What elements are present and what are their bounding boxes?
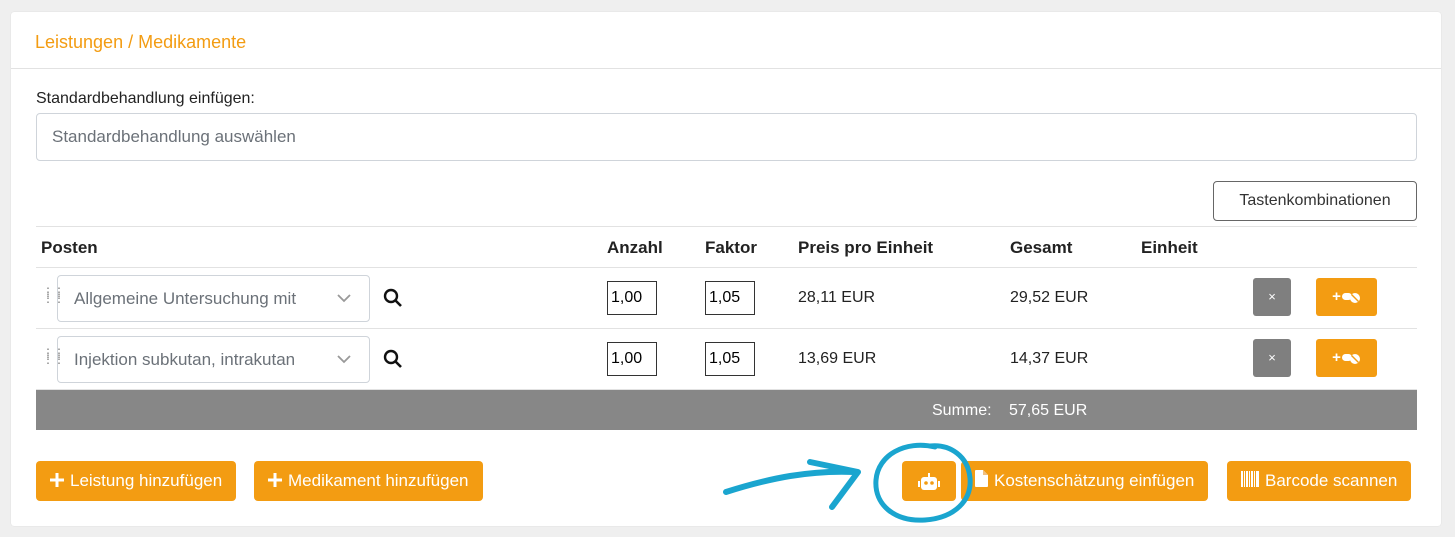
services-table: Posten Anzahl Faktor Preis pro Einheit G…	[36, 226, 1417, 430]
header-preis: Preis pro Einheit	[798, 238, 934, 257]
faktor-input[interactable]	[705, 281, 755, 315]
card-header: Leistungen / Medikamente	[11, 12, 1441, 69]
sum-value: 57,65 EUR	[1009, 402, 1088, 419]
plus-label: +	[1332, 288, 1341, 305]
posten-value: Allgemeine Untersuchung mit	[74, 289, 297, 308]
ai-assistant-button[interactable]	[902, 461, 956, 501]
gesamt-cell: 29,52 EUR	[1010, 289, 1089, 306]
table-header: Posten Anzahl Faktor Preis pro Einheit G…	[36, 226, 1417, 268]
header-anzahl: Anzahl	[607, 238, 663, 257]
header-posten: Posten	[41, 238, 98, 257]
search-icon[interactable]	[383, 288, 403, 308]
close-icon: ×	[1268, 350, 1276, 365]
plus-label: +	[1332, 349, 1341, 366]
drag-handle-icon[interactable]: ⋮⋮ ⋮⋮	[42, 347, 65, 370]
sum-label: Summe:	[932, 402, 992, 419]
search-icon[interactable]	[383, 349, 403, 369]
standard-treatment-select[interactable]: Standardbehandlung auswählen	[36, 113, 1417, 161]
faktor-input[interactable]	[705, 342, 755, 376]
posten-select[interactable]: Allgemeine Untersuchung mit	[57, 275, 370, 322]
preis-cell: 13,69 EUR	[798, 350, 877, 367]
plus-icon	[50, 462, 64, 502]
insert-estimate-label: Kostenschätzung einfügen	[994, 471, 1195, 490]
delete-row-button[interactable]: ×	[1253, 278, 1291, 316]
header-einheit: Einheit	[1141, 238, 1198, 257]
gesamt-cell: 14,37 EUR	[1010, 350, 1089, 367]
scan-barcode-label: Barcode scannen	[1265, 471, 1398, 490]
barcode-icon	[1241, 462, 1259, 502]
add-medication-button[interactable]: Medikament hinzufügen	[254, 461, 483, 501]
robot-icon	[918, 472, 940, 490]
add-service-button[interactable]: Leistung hinzufügen	[36, 461, 237, 502]
sum-row: Summe: 57,65 EUR	[36, 390, 1417, 430]
file-icon	[975, 462, 988, 502]
chevron-down-icon	[337, 355, 351, 364]
table-row: ⋮⋮⋮⋮ Allgemeine Untersuchung mit 28,11 E…	[36, 268, 1417, 329]
add-service-label: Leistung hinzufügen	[70, 471, 223, 490]
posten-select[interactable]: Injektion subkutan, intrakutan	[57, 336, 370, 383]
add-medication-to-row-button[interactable]: +	[1316, 278, 1377, 316]
pills-icon	[1341, 354, 1360, 365]
pills-icon	[1341, 293, 1360, 304]
plus-icon	[268, 462, 282, 502]
add-medication-to-row-button[interactable]: +	[1316, 339, 1377, 377]
section-title: Leistungen / Medikamente	[35, 32, 247, 52]
shortcuts-button[interactable]: Tastenkombinationen	[1213, 181, 1417, 221]
header-faktor: Faktor	[705, 238, 757, 257]
anzahl-input[interactable]	[607, 281, 657, 315]
scan-barcode-button[interactable]: Barcode scannen	[1227, 461, 1412, 502]
close-icon: ×	[1268, 289, 1276, 304]
delete-row-button[interactable]: ×	[1253, 339, 1291, 377]
chevron-down-icon	[337, 294, 351, 303]
anzahl-input[interactable]	[607, 342, 657, 376]
preis-cell: 28,11 EUR	[798, 289, 876, 306]
table-row: ⋮⋮⋮⋮ Injektion subkutan, intrakutan 13,6…	[36, 329, 1417, 390]
drag-handle-icon[interactable]: ⋮⋮ ⋮⋮	[42, 286, 65, 309]
posten-value: Injektion subkutan, intrakutan	[74, 350, 296, 369]
add-medication-label: Medikament hinzufügen	[288, 471, 469, 490]
services-card: Leistungen / Medikamente Standardbehandl…	[11, 12, 1441, 526]
insert-estimate-button[interactable]: Kostenschätzung einfügen	[961, 461, 1209, 502]
header-gesamt: Gesamt	[1010, 238, 1073, 257]
standard-treatment-label: Standardbehandlung einfügen:	[36, 90, 255, 107]
